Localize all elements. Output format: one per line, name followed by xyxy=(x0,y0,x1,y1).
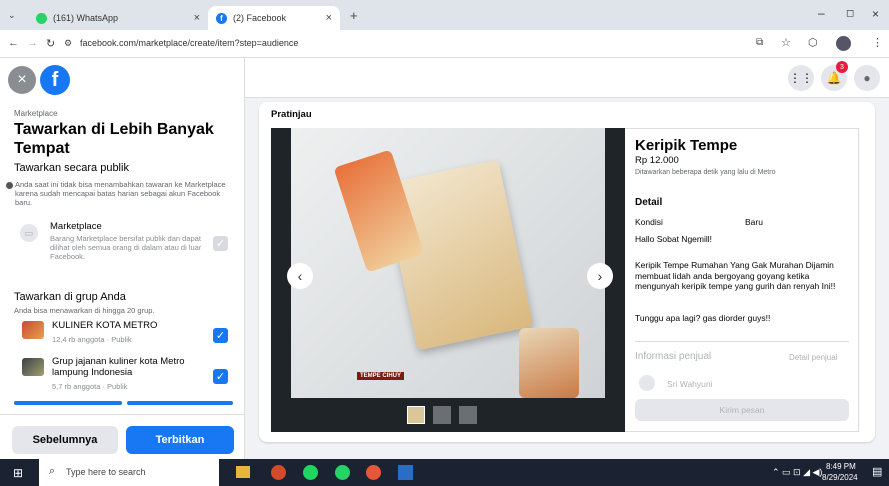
marketplace-option-desc: Barang Marketplace bersifat publik dan d… xyxy=(50,234,202,261)
divider xyxy=(0,414,245,415)
listing-details: Keripik Tempe Rp 12.000 Ditawarkan beber… xyxy=(625,128,859,432)
tab-search-chevron-icon[interactable]: ⌄ xyxy=(8,10,16,21)
tab-whatsapp-label: (161) WhatsApp xyxy=(53,13,119,23)
seller-heading: Informasi penjual xyxy=(635,351,712,362)
close-icon[interactable]: × xyxy=(326,12,332,24)
whatsapp-icon[interactable] xyxy=(335,465,350,480)
group-meta: 12,4 rb anggota · Publik xyxy=(52,335,132,344)
back-icon[interactable]: ← xyxy=(8,37,19,49)
listing-sidebar: × f Marketplace Tawarkan di Lebih Banyak… xyxy=(0,58,245,459)
group-avatar xyxy=(22,358,44,376)
tab-facebook-label: (2) Facebook xyxy=(233,13,287,23)
group-name: KULINER KOTA METRO xyxy=(52,320,158,331)
group-checkbox[interactable]: ✓ xyxy=(213,369,228,384)
group-meta: 5,7 rb anggota · Publik xyxy=(52,382,128,391)
group-name: Grup jajanan kuliner kota Metro lampung … xyxy=(52,356,185,378)
windows-taskbar: ⊞ ⌕ Type here to search ⌃ ▭ ⊡ ◢ ◀) 8:49 … xyxy=(0,459,889,486)
warning-icon xyxy=(6,182,13,189)
prev-photo-button[interactable]: ‹ xyxy=(287,263,313,289)
marketplace-checkbox[interactable]: ✓ xyxy=(213,236,228,251)
system-tray-icons[interactable]: ⌃ ▭ ⊡ ◢ ◀) xyxy=(772,467,822,478)
account-avatar[interactable]: ● xyxy=(854,65,880,91)
description-line: Keripik Tempe Rumahan Yang Gak Murahan D… xyxy=(635,260,836,291)
photo-thumbnail[interactable] xyxy=(459,406,477,424)
page-title: Tawarkan di Lebih Banyak Tempat xyxy=(14,121,214,157)
facebook-icon: f xyxy=(216,12,227,24)
minimize-icon[interactable]: – xyxy=(818,6,825,20)
whatsapp-icon xyxy=(36,12,47,24)
item-price: Rp 12.000 xyxy=(635,155,679,166)
site-info-icon[interactable]: ⚙ xyxy=(64,38,72,49)
publish-button[interactable]: Terbitkan xyxy=(126,426,234,454)
clock-date[interactable]: 8/29/2024 xyxy=(822,473,858,482)
bookmark-star-icon[interactable]: ☆ xyxy=(781,36,791,49)
seller-name: Sri Wahyuni xyxy=(667,379,713,389)
cast-icon[interactable]: ⧉ xyxy=(756,37,763,48)
back-button[interactable]: Sebelumnya xyxy=(12,426,118,454)
divider xyxy=(635,341,849,342)
seller-avatar xyxy=(639,375,655,391)
browser-toolbar: ← → ↻ ⚙ facebook.com/marketplace/create/… xyxy=(0,30,889,58)
notification-center-icon[interactable]: ▤ xyxy=(872,465,882,478)
close-icon[interactable]: × xyxy=(194,12,200,24)
profile-avatar[interactable] xyxy=(836,36,851,51)
step-progress-segment xyxy=(14,401,122,405)
maximize-icon[interactable]: ◻ xyxy=(846,8,854,19)
window-close-icon[interactable]: × xyxy=(872,7,879,21)
detail-heading: Detail xyxy=(635,197,663,208)
menu-grid-icon[interactable]: ⋮⋮ xyxy=(788,65,814,91)
preview-card: Pratinjau TEMPE CIHUY ‹ › Keripik Tempe … xyxy=(259,102,875,442)
group-avatar xyxy=(22,321,44,339)
next-photo-button[interactable]: › xyxy=(587,263,613,289)
marketplace-option-title: Marketplace xyxy=(50,221,102,232)
app-icon[interactable] xyxy=(271,465,286,480)
facebook-topbar: ⋮⋮ 🔔 3 ● xyxy=(245,58,889,98)
main-area: ⋮⋮ 🔔 3 ● Pratinjau TEMPE CIHUY ‹ › Kerip… xyxy=(245,58,889,459)
windows-start-icon[interactable]: ⊞ xyxy=(13,466,23,480)
notifications-badge: 3 xyxy=(836,61,848,73)
marketplace-icon: ▭ xyxy=(20,224,38,242)
send-message-button[interactable]: Kirim pesan xyxy=(635,399,849,421)
photo-thumbnail[interactable] xyxy=(433,406,451,424)
tab-facebook[interactable]: f (2) Facebook × xyxy=(208,6,340,30)
address-bar[interactable]: facebook.com/marketplace/create/item?ste… xyxy=(80,38,298,48)
condition-value: Baru xyxy=(745,217,763,227)
seller-details-link[interactable]: Detail penjual xyxy=(789,353,837,362)
clock-time[interactable]: 8:49 PM xyxy=(826,462,856,471)
menu-icon[interactable]: ⋮ xyxy=(872,36,883,49)
facebook-logo-icon[interactable]: f xyxy=(40,65,70,95)
forward-icon[interactable]: → xyxy=(27,37,38,49)
preview-label: Pratinjau xyxy=(271,109,312,120)
tab-whatsapp[interactable]: (161) WhatsApp × xyxy=(28,6,208,30)
condition-label: Kondisi xyxy=(635,217,663,227)
posted-time: Ditawarkan beberapa detik yang lalu di M… xyxy=(635,169,776,176)
product-package-image xyxy=(519,328,579,398)
groups-heading: Tawarkan di grup Anda xyxy=(14,291,126,303)
public-warning: Anda saat ini tidak bisa menambahkan taw… xyxy=(15,180,226,207)
brand-logo-label: TEMPE CIHUY xyxy=(357,372,405,380)
description-line: Tunggu apa lagi? gas diorder guys!! xyxy=(635,313,771,323)
group-checkbox[interactable]: ✓ xyxy=(213,328,228,343)
reload-icon[interactable]: ↻ xyxy=(46,37,55,50)
item-title: Keripik Tempe xyxy=(635,137,738,154)
new-tab-icon[interactable]: + xyxy=(350,8,358,23)
file-explorer-icon[interactable] xyxy=(236,466,250,478)
close-icon[interactable]: × xyxy=(8,66,36,94)
extensions-icon[interactable]: ⬡ xyxy=(808,36,818,49)
breadcrumb[interactable]: Marketplace xyxy=(14,109,58,118)
groups-sub: Anda bisa menawarkan di hingga 20 grup. xyxy=(14,306,155,315)
public-heading: Tawarkan secara publik xyxy=(14,162,129,174)
spotify-icon[interactable] xyxy=(303,465,318,480)
photo-thumbnail[interactable] xyxy=(407,406,425,424)
step-progress-segment xyxy=(127,401,233,405)
search-icon: ⌕ xyxy=(49,465,56,477)
word-icon[interactable] xyxy=(398,465,413,480)
browser-tab-bar: ⌄ (161) WhatsApp × f (2) Facebook × + – … xyxy=(0,0,889,30)
search-placeholder: Type here to search xyxy=(66,467,146,477)
chrome-icon[interactable] xyxy=(366,465,381,480)
description-line: Hallo Sobat Ngemill! xyxy=(635,234,713,244)
preview-photo[interactable]: TEMPE CIHUY ‹ › xyxy=(271,128,625,432)
taskbar-search-box[interactable]: ⌕ Type here to search xyxy=(39,459,219,486)
